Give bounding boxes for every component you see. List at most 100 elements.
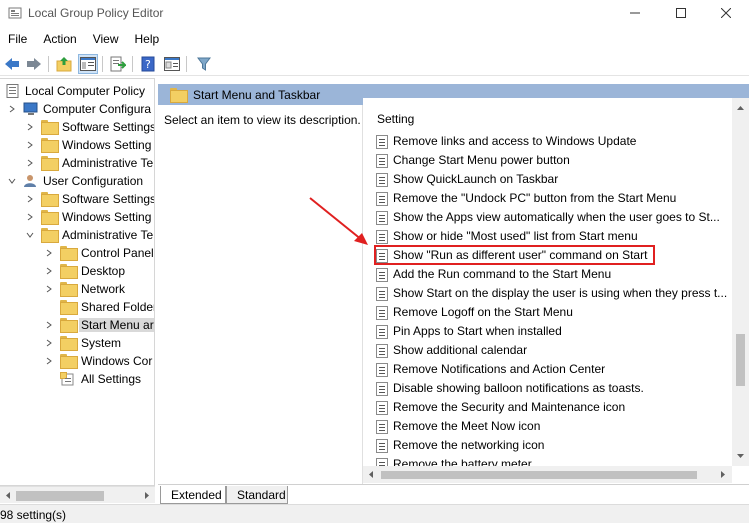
setting-row[interactable]: Pin Apps to Start when installed: [375, 322, 732, 341]
chevron-down-icon[interactable]: [24, 228, 36, 242]
setting-icon: [376, 325, 388, 339]
tree-item-network[interactable]: Network: [0, 280, 154, 298]
tree-item-administrative-templates[interactable]: Administrative Te: [0, 226, 154, 244]
tree-item-software-settings[interactable]: Software Settings: [0, 190, 154, 208]
column-header-setting[interactable]: Setting: [377, 112, 414, 126]
scroll-right-icon[interactable]: [143, 491, 151, 500]
chevron-right-icon[interactable]: [43, 318, 55, 332]
menu-view[interactable]: View: [85, 29, 127, 49]
tab-extended[interactable]: Extended: [160, 486, 226, 504]
status-bar: 98 setting(s): [0, 504, 749, 523]
help-button[interactable]: ?: [138, 54, 158, 74]
scrollbar-thumb[interactable]: [381, 471, 697, 479]
minimize-icon: [630, 12, 640, 14]
settings-horizontal-scrollbar[interactable]: [363, 466, 732, 483]
chevron-right-icon[interactable]: [24, 192, 36, 206]
chevron-down-icon[interactable]: [6, 174, 18, 188]
setting-row[interactable]: Show Start on the display the user is us…: [375, 284, 732, 303]
view-tabs: Extended Standard: [158, 484, 749, 504]
tree-item-administrative-templates[interactable]: Administrative Te: [0, 154, 154, 172]
scrollbar-thumb[interactable]: [736, 334, 745, 386]
back-button[interactable]: [2, 54, 22, 74]
setting-icon: [376, 401, 388, 415]
properties-button[interactable]: [162, 54, 182, 74]
forward-button[interactable]: [24, 54, 44, 74]
setting-icon: [376, 458, 388, 466]
chevron-right-icon[interactable]: [43, 246, 55, 260]
setting-row[interactable]: Show additional calendar: [375, 341, 732, 360]
up-one-level-button[interactable]: [54, 54, 74, 74]
scroll-right-icon[interactable]: [719, 470, 727, 479]
menu-help[interactable]: Help: [127, 29, 168, 49]
setting-row[interactable]: Show the Apps view automatically when th…: [375, 208, 732, 227]
scroll-left-icon[interactable]: [367, 470, 375, 479]
menu-action[interactable]: Action: [35, 29, 84, 49]
chevron-right-icon[interactable]: [24, 156, 36, 170]
setting-row[interactable]: Remove the "Undock PC" button from the S…: [375, 189, 732, 208]
setting-row[interactable]: Remove links and access to Windows Updat…: [375, 132, 732, 151]
chevron-right-icon[interactable]: [24, 138, 36, 152]
menu-file[interactable]: File: [0, 29, 35, 49]
tree-item-windows-components[interactable]: Windows Cor: [0, 352, 154, 370]
setting-row[interactable]: Show QuickLaunch on Taskbar: [375, 170, 732, 189]
export-list-button[interactable]: [108, 54, 128, 74]
setting-row[interactable]: Add the Run command to the Start Menu: [375, 265, 732, 284]
setting-row[interactable]: Disable showing balloon notifications as…: [375, 379, 732, 398]
chevron-right-icon[interactable]: [6, 102, 18, 116]
toolbar-separator: [186, 56, 187, 72]
setting-row[interactable]: Change Start Menu power button: [375, 151, 732, 170]
panel-title: Start Menu and Taskbar: [193, 88, 321, 102]
tree-horizontal-scrollbar[interactable]: [0, 486, 155, 503]
tree-item-shared-folders[interactable]: Shared Folder: [0, 298, 154, 316]
setting-row[interactable]: Remove the Security and Maintenance icon: [375, 398, 732, 417]
chevron-right-icon[interactable]: [43, 282, 55, 296]
chevron-right-icon[interactable]: [43, 336, 55, 350]
menu-bar: File Action View Help: [0, 29, 167, 49]
chevron-right-icon[interactable]: [24, 210, 36, 224]
tree-item-control-panel[interactable]: Control Panel: [0, 244, 154, 262]
group-policy-app-icon: [8, 7, 22, 19]
back-arrow-icon: [5, 58, 19, 70]
tree-item-user-configuration[interactable]: User Configuration: [0, 172, 154, 190]
tree-item-all-settings[interactable]: All Settings: [0, 370, 154, 388]
scroll-up-icon[interactable]: [736, 104, 745, 112]
tree-label: Desktop: [81, 264, 126, 278]
chevron-right-icon[interactable]: [24, 120, 36, 134]
setting-row[interactable]: Remove the Meet Now icon: [375, 417, 732, 436]
tree-item-computer-configuration[interactable]: Computer Configura: [0, 100, 154, 118]
tree-item-system[interactable]: System: [0, 334, 154, 352]
tree-item-software-settings[interactable]: Software Settings: [0, 118, 155, 136]
maximize-button[interactable]: [658, 0, 704, 26]
setting-row[interactable]: Remove the battery meter: [375, 455, 732, 466]
computer-icon: [23, 102, 38, 115]
setting-row[interactable]: Remove Notifications and Action Center: [375, 360, 732, 379]
setting-row[interactable]: Remove Logoff on the Start Menu: [375, 303, 732, 322]
minimize-button[interactable]: [612, 0, 658, 26]
setting-label: Remove Notifications and Action Center: [393, 362, 606, 376]
tree-label: Software Settings: [62, 120, 155, 134]
tree-item-windows-settings[interactable]: Windows Setting: [0, 208, 154, 226]
setting-label: Remove Logoff on the Start Menu: [393, 305, 573, 319]
window-title: Local Group Policy Editor: [28, 6, 164, 20]
filter-button[interactable]: [194, 54, 214, 74]
tree-label: Control Panel: [81, 246, 154, 260]
console-tree: Local Computer Policy Computer Configura…: [0, 78, 155, 486]
scroll-down-icon[interactable]: [736, 452, 745, 460]
tree-item-windows-settings[interactable]: Windows Setting: [0, 136, 154, 154]
close-button[interactable]: [703, 0, 749, 26]
chevron-right-icon[interactable]: [43, 264, 55, 278]
console-tree-icon: [80, 57, 96, 71]
setting-label: Show additional calendar: [393, 343, 528, 357]
setting-label: Remove the Meet Now icon: [393, 419, 541, 433]
setting-row[interactable]: Remove the networking icon: [375, 436, 732, 455]
tab-standard[interactable]: Standard: [226, 486, 288, 504]
scrollbar-thumb[interactable]: [16, 491, 104, 501]
tree-item-desktop[interactable]: Desktop: [0, 262, 154, 280]
scroll-left-icon[interactable]: [4, 491, 12, 500]
chevron-right-icon[interactable]: [43, 354, 55, 368]
tree-item-start-menu-and-taskbar[interactable]: Start Menu ar: [0, 316, 154, 334]
setting-row[interactable]: Show or hide "Most used" list from Start…: [375, 227, 732, 246]
tree-item-local-computer-policy[interactable]: Local Computer Policy: [0, 82, 154, 100]
show-hide-console-tree-button[interactable]: [78, 54, 98, 74]
settings-vertical-scrollbar[interactable]: [732, 98, 749, 466]
